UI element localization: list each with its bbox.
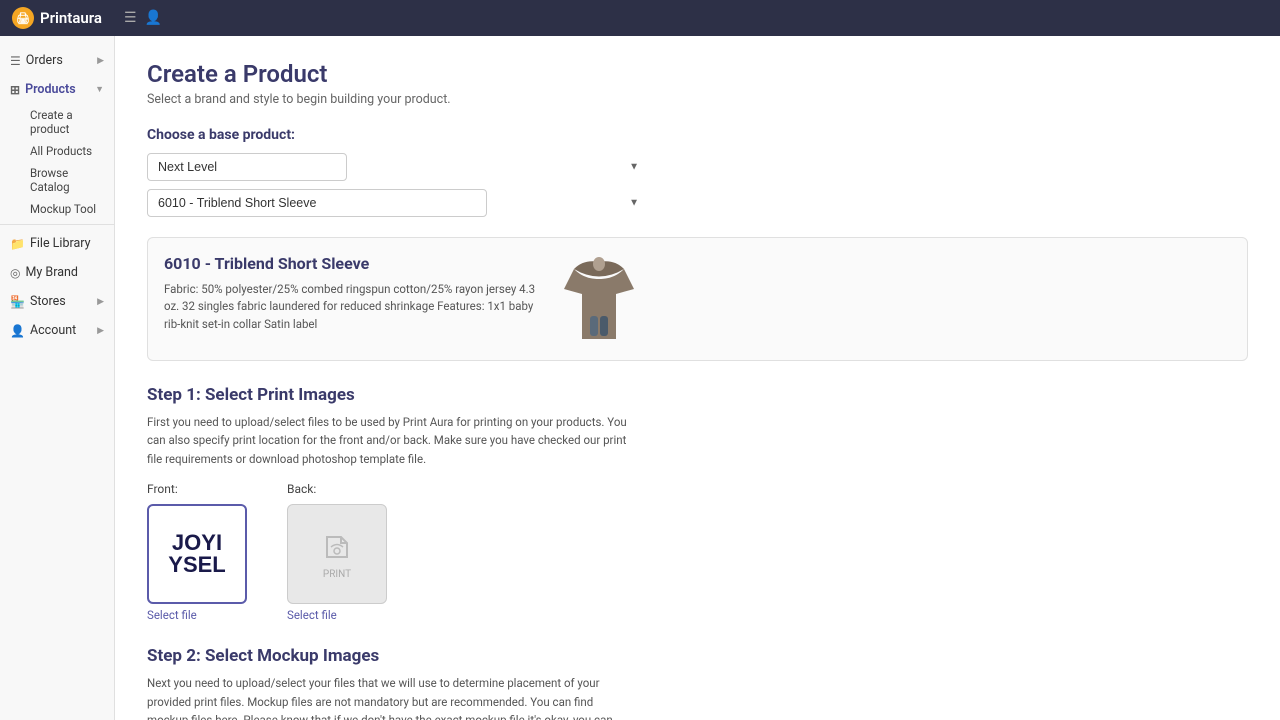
page-subtitle: Select a brand and style to begin buildi…: [147, 92, 1248, 107]
brand-select-wrapper: Next Level Bella+Canvas Gildan American …: [147, 153, 647, 181]
stores-icon: 🏪: [10, 295, 25, 309]
sidebar-item-create-product[interactable]: Create a product: [22, 104, 114, 140]
print-placeholder-icon: [319, 529, 355, 565]
step1-front-label: Front:: [147, 482, 247, 496]
step2-title: Step 2: Select Mockup Images: [147, 646, 1248, 666]
style-select-wrapper: 6010 - Triblend Short Sleeve 3600 - Cott…: [147, 189, 647, 217]
base-product-section: Choose a base product: Next Level Bella+…: [147, 127, 1248, 217]
product-info-text: 6010 - Triblend Short Sleeve Fabric: 50%…: [164, 254, 544, 333]
product-info-card: 6010 - Triblend Short Sleeve Fabric: 50%…: [147, 237, 1248, 361]
style-select-arrow: ▼: [629, 198, 639, 209]
top-nav: 🖨 Printaura ☰ 👤: [0, 0, 1280, 36]
logo-text: Printaura: [40, 9, 102, 27]
my-brand-icon: ◎: [10, 266, 20, 280]
choose-base-label: Choose a base product:: [147, 127, 1248, 143]
menu-icon[interactable]: ☰: [124, 10, 137, 26]
step1-front-panel: JOYIYSEL: [147, 504, 247, 604]
orders-icon: ☰: [10, 54, 21, 68]
step1-title: Step 1: Select Print Images: [147, 385, 1248, 405]
step1-back-select-link[interactable]: Select file: [287, 608, 387, 622]
logo: 🖨 Printaura: [12, 7, 102, 29]
sidebar-item-my-brand[interactable]: ◎ My Brand: [0, 258, 114, 287]
account-icon: 👤: [10, 324, 25, 338]
file-library-icon: 📁: [10, 237, 25, 251]
sidebar-item-orders[interactable]: ☰ Orders ▶: [0, 46, 114, 75]
products-arrow: ▼: [95, 84, 104, 95]
sidebar-item-file-library[interactable]: 📁 File Library: [0, 229, 114, 258]
sidebar-label-account: Account: [30, 323, 76, 338]
layout: ☰ Orders ▶ ⊞ Products ▼ Create a product…: [0, 36, 1280, 720]
sidebar-label-products: Products: [25, 82, 76, 97]
sidebar-divider-1: [0, 224, 114, 225]
top-nav-icons: ☰ 👤: [124, 10, 162, 26]
account-arrow: ▶: [97, 326, 104, 336]
step2-desc: Next you need to upload/select your file…: [147, 674, 627, 720]
brand-select-arrow: ▼: [629, 162, 639, 173]
orders-arrow: ▶: [97, 56, 104, 66]
sidebar-label-file-library: File Library: [30, 236, 91, 251]
step1-back-group: Back: PRINT Select file: [287, 482, 387, 622]
sidebar-item-stores[interactable]: 🏪 Stores ▶: [0, 287, 114, 316]
step1-back-panel: PRINT: [287, 504, 387, 604]
step1-back-empty-label: PRINT: [323, 569, 351, 580]
sidebar-products-submenu: Create a product All Products Browse Cat…: [0, 104, 114, 220]
sidebar-item-products[interactable]: ⊞ Products ▼: [0, 75, 114, 104]
page-title: Create a Product: [147, 60, 1248, 88]
step1-section: Step 1: Select Print Images First you ne…: [147, 385, 1248, 622]
step1-desc: First you need to upload/select files to…: [147, 413, 627, 468]
product-shirt-svg: [564, 254, 634, 344]
step1-front-select-link[interactable]: Select file: [147, 608, 247, 622]
step1-image-panels: Front: JOYIYSEL Select file Back:: [147, 482, 1248, 622]
sidebar-item-browse-catalog[interactable]: Browse Catalog: [22, 162, 114, 198]
step1-front-preview-text: JOYIYSEL: [168, 532, 225, 576]
sidebar-item-all-products[interactable]: All Products: [22, 140, 114, 162]
product-image: [564, 254, 634, 344]
user-icon[interactable]: 👤: [145, 10, 162, 26]
product-name: 6010 - Triblend Short Sleeve: [164, 254, 544, 273]
sidebar-item-account[interactable]: 👤 Account ▶: [0, 316, 114, 345]
step1-back-label: Back:: [287, 482, 387, 496]
sidebar-item-mockup-tool[interactable]: Mockup Tool: [22, 198, 114, 220]
product-fabric: Fabric: 50% polyester/25% combed ringspu…: [164, 281, 544, 333]
main-content: Create a Product Select a brand and styl…: [115, 36, 1280, 720]
brand-select[interactable]: Next Level Bella+Canvas Gildan American …: [147, 153, 347, 181]
sidebar-label-my-brand: My Brand: [25, 265, 77, 280]
sidebar: ☰ Orders ▶ ⊞ Products ▼ Create a product…: [0, 36, 115, 720]
style-select[interactable]: 6010 - Triblend Short Sleeve 3600 - Cott…: [147, 189, 487, 217]
products-icon: ⊞: [10, 83, 20, 97]
logo-icon: 🖨: [12, 7, 34, 29]
stores-arrow: ▶: [97, 297, 104, 307]
sidebar-label-orders: Orders: [26, 53, 63, 68]
step2-section: Step 2: Select Mockup Images Next you ne…: [147, 646, 1248, 720]
sidebar-label-stores: Stores: [30, 294, 66, 309]
step1-front-group: Front: JOYIYSEL Select file: [147, 482, 247, 622]
